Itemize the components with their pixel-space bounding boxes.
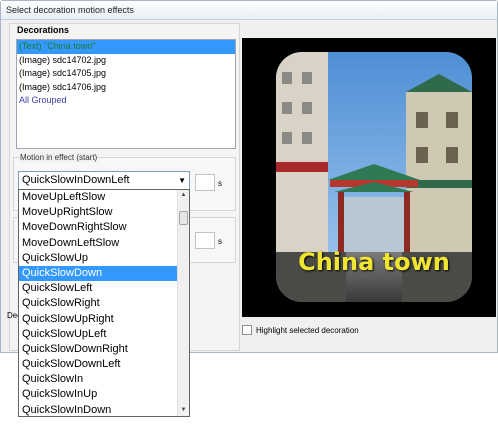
- motion-start-label: Motion in effect (start): [19, 153, 99, 162]
- decoration-item[interactable]: (Image) sdc14705.jpg: [17, 67, 235, 81]
- decoration-item[interactable]: All Grouped: [17, 94, 235, 108]
- preview-pane: China town: [242, 38, 496, 317]
- start-duration-unit: s: [218, 179, 222, 188]
- scroll-thumb[interactable]: [179, 211, 188, 225]
- scroll-down-icon[interactable]: ▼: [178, 405, 189, 416]
- dropdown-option[interactable]: MoveDownLeftSlow: [19, 236, 177, 251]
- end-duration-unit: s: [218, 237, 222, 246]
- decorations-heading: Decorations: [17, 25, 70, 35]
- start-duration-input[interactable]: [195, 174, 215, 191]
- highlight-checkbox[interactable]: [242, 325, 252, 335]
- dropdown-option[interactable]: QuickSlowUp: [19, 251, 177, 266]
- chevron-down-icon[interactable]: ▼: [178, 172, 186, 189]
- dropdown-option[interactable]: MoveUpRightSlow: [19, 205, 177, 220]
- highlight-label: Highlight selected decoration: [256, 325, 359, 335]
- window-title: Select decoration motion effects: [1, 1, 497, 20]
- decoration-item[interactable]: (Text) "China town": [17, 40, 235, 54]
- dropdown-option[interactable]: QuickSlowInUp: [19, 387, 177, 402]
- highlight-row[interactable]: Highlight selected decoration: [242, 325, 359, 335]
- dropdown-option[interactable]: MoveDownRightSlow: [19, 220, 177, 235]
- motion-dropdown-list[interactable]: MoveUpLeftSlow MoveUpRightSlow MoveDownRig…: [18, 189, 190, 417]
- decoration-item[interactable]: (Image) sdc14706.jpg: [17, 81, 235, 95]
- dropdown-option[interactable]: QuickSlowLeft: [19, 281, 177, 296]
- dropdown-option[interactable]: QuickSlowRight: [19, 296, 177, 311]
- dropdown-option[interactable]: QuickSlowDownRight: [19, 342, 177, 357]
- dropdown-option[interactable]: QuickSlowDown: [19, 265, 177, 282]
- dropdown-option[interactable]: QuickSlowDownLeft: [19, 357, 177, 372]
- decoration-item[interactable]: (Image) sdc14702.jpg: [17, 54, 235, 68]
- dropdown-scrollbar[interactable]: ▲ ▼: [177, 190, 189, 416]
- end-duration-input[interactable]: [195, 232, 215, 249]
- decorations-list[interactable]: (Text) "China town" (Image) sdc14702.jpg(…: [16, 39, 236, 149]
- dropdown-option[interactable]: QuickSlowUpLeft: [19, 327, 177, 342]
- preview-overlay-text: China town: [298, 248, 450, 276]
- motion-start-combo[interactable]: QuickSlowInDownLeft ▼: [18, 171, 190, 190]
- scroll-up-icon[interactable]: ▲: [178, 190, 189, 201]
- dropdown-option[interactable]: MoveUpLeftSlow: [19, 190, 177, 205]
- dropdown-option[interactable]: QuickSlowIn: [19, 372, 177, 387]
- dropdown-option[interactable]: QuickSlowUpRight: [19, 312, 177, 327]
- preview-photo: China town: [276, 52, 472, 302]
- dropdown-option[interactable]: QuickSlowInDown: [19, 403, 177, 416]
- motion-start-value: QuickSlowInDownLeft: [22, 174, 130, 186]
